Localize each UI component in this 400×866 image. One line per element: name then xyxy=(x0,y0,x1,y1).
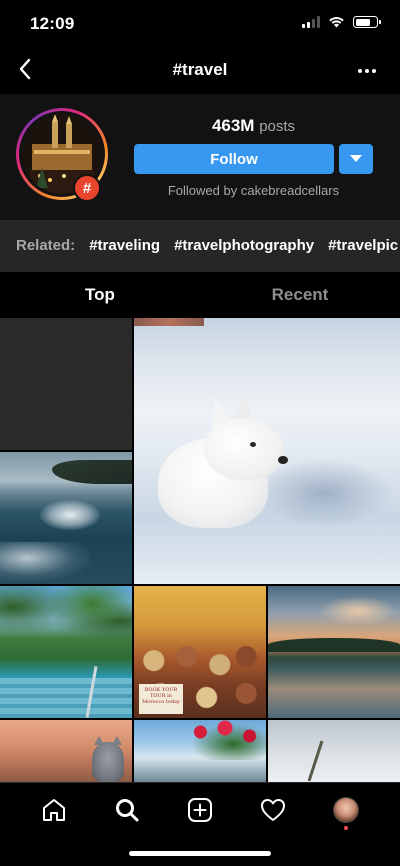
hashtag-header: # 463M posts Follow Followed by cakebrea… xyxy=(0,94,400,220)
post-thumbnail[interactable] xyxy=(0,318,132,450)
post-thumbnail[interactable] xyxy=(268,720,400,782)
new-post-tab[interactable] xyxy=(178,788,222,832)
status-bar: 12:09 xyxy=(0,0,400,48)
navigation-bar: #travel xyxy=(0,48,400,94)
cellular-signal-icon xyxy=(302,16,320,28)
notification-dot xyxy=(343,825,348,830)
follow-options-button[interactable] xyxy=(339,144,373,174)
profile-tab[interactable] xyxy=(324,788,368,832)
post-thumbnail[interactable]: BOOK YOUR TOUR in Morocco today xyxy=(134,586,266,718)
profile-avatar xyxy=(332,796,359,823)
more-options-button[interactable] xyxy=(352,56,382,86)
posts-label: posts xyxy=(259,118,296,135)
post-thumbnail[interactable] xyxy=(0,452,132,584)
search-icon xyxy=(116,798,139,821)
followed-by-text: Followed by cakebreadcellars xyxy=(167,183,340,198)
follow-button[interactable]: Follow xyxy=(134,144,334,174)
posts-number: 463M xyxy=(211,116,255,135)
wifi-icon xyxy=(329,17,344,28)
home-indicator xyxy=(129,851,271,856)
search-tab[interactable] xyxy=(105,788,149,832)
battery-icon xyxy=(353,16,381,28)
status-time: 12:09 xyxy=(30,14,75,33)
tab-recent[interactable]: Recent xyxy=(200,272,400,318)
page-title: #travel xyxy=(172,60,228,79)
related-tag[interactable]: #traveling xyxy=(89,237,160,254)
hashtag-badge-icon: # xyxy=(73,174,101,202)
related-label: Related: xyxy=(16,237,76,254)
add-post-icon xyxy=(187,797,212,822)
tour-sign: BOOK YOUR TOUR in Morocco today xyxy=(139,684,183,714)
more-horizontal-icon xyxy=(358,69,376,73)
feed-tabs: Top Recent xyxy=(0,272,400,318)
related-tag[interactable]: #travelpic xyxy=(328,237,398,254)
post-thumbnail[interactable] xyxy=(0,586,132,718)
chevron-down-icon xyxy=(350,155,362,162)
post-thumbnail[interactable] xyxy=(134,720,266,782)
heart-icon xyxy=(260,798,285,821)
post-thumbnail[interactable] xyxy=(134,318,400,584)
post-thumbnail[interactable] xyxy=(0,720,132,782)
activity-tab[interactable] xyxy=(251,788,295,832)
home-tab[interactable] xyxy=(32,788,76,832)
bottom-tab-bar xyxy=(0,782,400,836)
status-icons xyxy=(302,16,381,28)
tab-top[interactable]: Top xyxy=(0,272,200,318)
home-icon xyxy=(43,798,66,821)
related-tag[interactable]: #travelphotography xyxy=(174,237,314,254)
post-grid: BOOK YOUR TOUR in Morocco today xyxy=(0,318,400,782)
related-hashtags-bar: Related: #traveling #travelphotography #… xyxy=(0,220,400,272)
posts-count: 463M posts xyxy=(134,116,373,136)
post-thumbnail[interactable] xyxy=(268,586,400,718)
